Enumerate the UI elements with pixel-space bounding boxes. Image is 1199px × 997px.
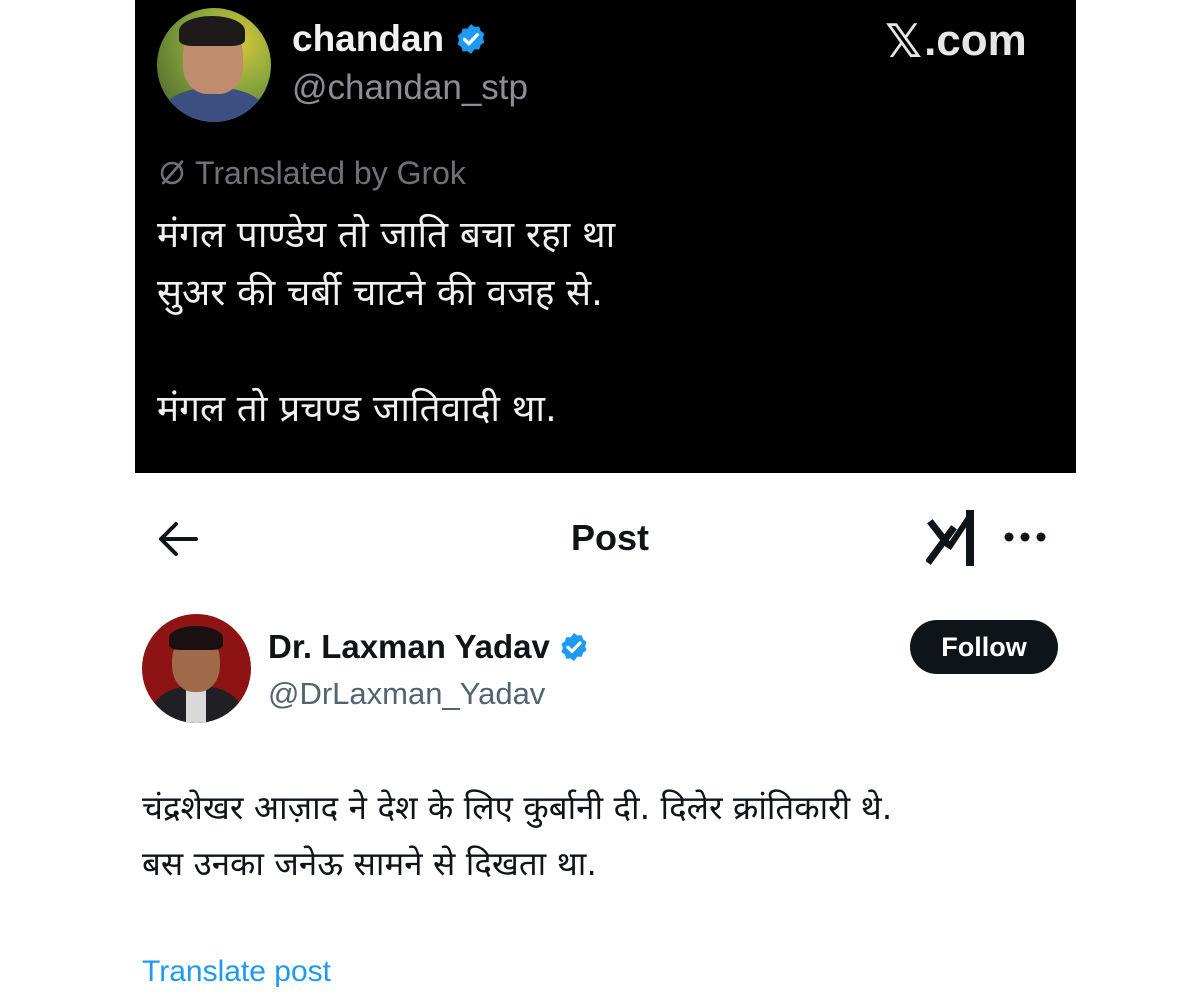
grok-slash-icon [160, 160, 184, 185]
translated-text: Translated by Grok [195, 155, 466, 191]
post-line: मंगल पाण्डेय तो जाति बचा रहा था [157, 213, 616, 256]
post-line: सुअर की चर्बी चाटने की वजह से. [157, 271, 603, 314]
x-logo-icon: 𝕏 [885, 14, 923, 68]
quoted-post-card: chandan @chandan_stp 𝕏 .com Translated b… [135, 0, 1076, 473]
post-text: मंगल पाण्डेय तो जाति बचा रहा था सुअर की … [157, 206, 1037, 438]
page-title: Post [570, 517, 649, 558]
post-line: बस उनका जनेऊ सामने से दिखता था. [142, 844, 597, 883]
back-arrow-icon[interactable] [156, 519, 200, 559]
verified-badge-icon [457, 24, 485, 54]
brand-watermark: 𝕏 .com [885, 15, 1027, 67]
avatar[interactable] [157, 8, 271, 122]
more-icon[interactable] [1002, 526, 1048, 548]
post-line: चंद्रशेखर आज़ाद ने देश के लिए कुर्बानी द… [142, 788, 893, 827]
avatar[interactable] [142, 614, 251, 723]
brand-domain: .com [924, 16, 1027, 65]
avatar-shirt [186, 688, 206, 723]
post-text: चंद्रशेखर आज़ाद ने देश के लिए कुर्बानी द… [142, 780, 1092, 892]
avatar-hair [169, 626, 223, 650]
author-name[interactable]: Dr. Laxman Yadav [268, 626, 550, 668]
grok-icon[interactable] [926, 510, 976, 566]
translate-post-link[interactable]: Translate post [142, 952, 331, 992]
avatar-hair [179, 16, 245, 46]
translated-by-label: Translated by Grok [157, 153, 466, 193]
author-handle[interactable]: @chandan_stp [292, 66, 528, 110]
author-handle[interactable]: @DrLaxman_Yadav [268, 674, 545, 714]
post-line: मंगल तो प्रचण्ड जातिवादी था. [157, 387, 557, 430]
author-name-row: Dr. Laxman Yadav [268, 626, 590, 668]
author-name[interactable]: chandan [292, 16, 444, 62]
follow-button[interactable]: Follow [910, 620, 1058, 674]
verified-badge-icon [561, 633, 587, 661]
author-name-row: chandan [292, 16, 488, 62]
